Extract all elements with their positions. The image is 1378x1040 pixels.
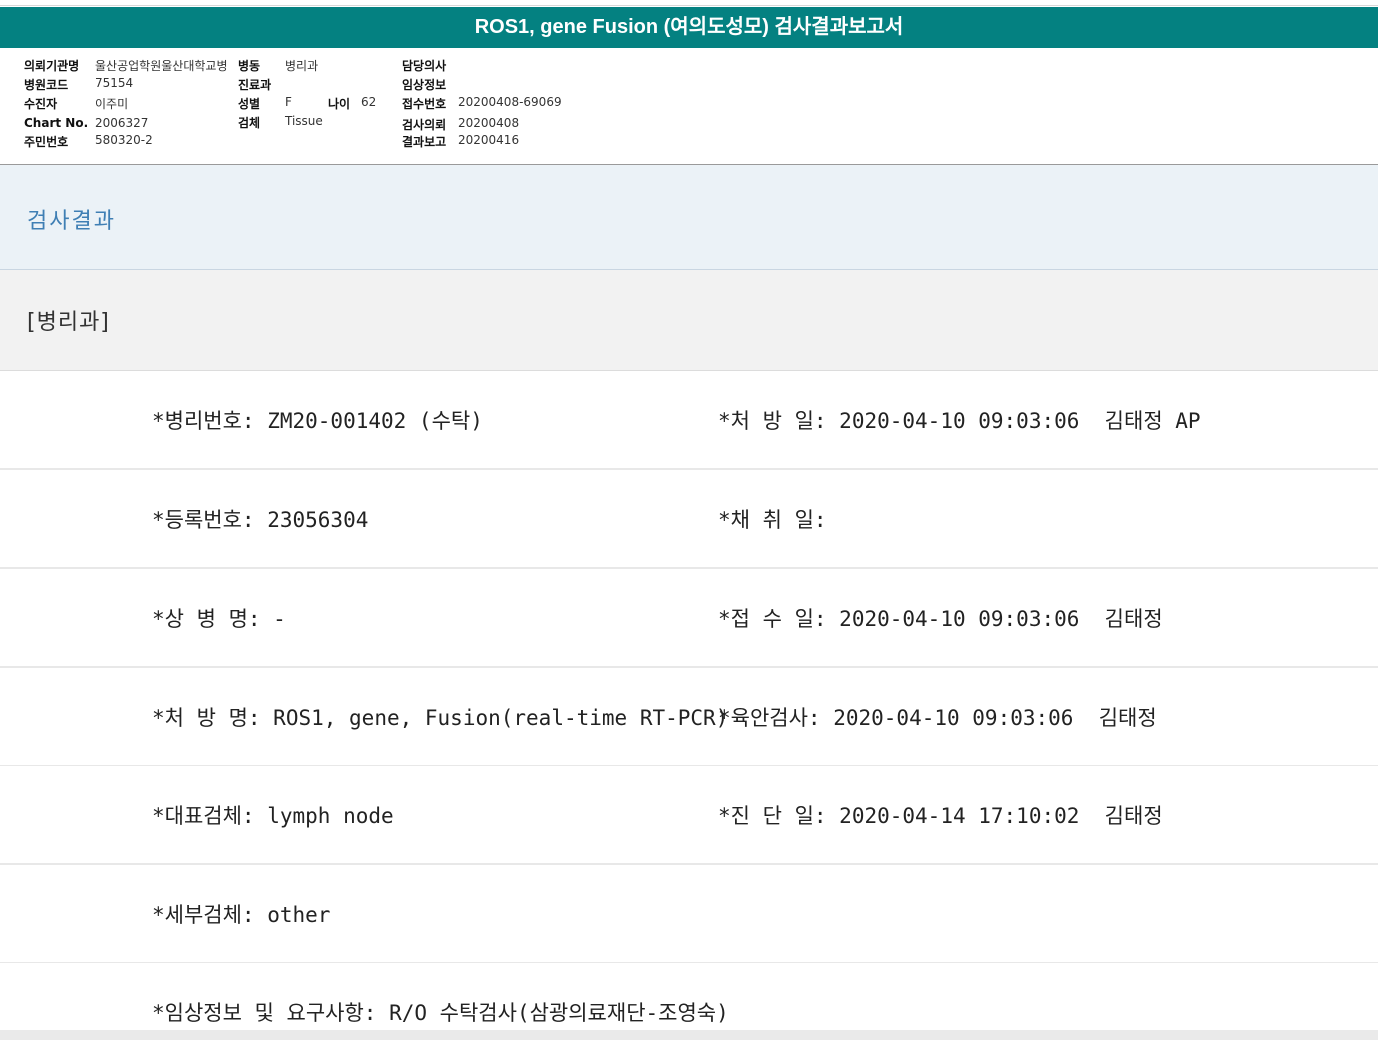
result-field: *진 단 일: 2020-04-14 17:10:02 김태정	[718, 804, 1163, 828]
department-header: [병리과]	[0, 270, 1378, 371]
ward-label: 병동	[238, 59, 261, 73]
result-field: *채 취 일:	[718, 508, 827, 532]
result-field: *대표검체: lymph node	[152, 804, 394, 828]
report-title: ROS1, gene Fusion (여의도성모) 검사결과보고서	[0, 7, 1378, 48]
patient-info-panel: 의뢰기관명 울산공업학원울산대학교병 병동 병리과 담당의사 병원코드 7515…	[0, 48, 1378, 165]
chart-label: Chart No.	[24, 116, 89, 130]
result-field: *등록번호: 23056304	[152, 508, 369, 532]
hospital-code-label: 병원코드	[24, 78, 69, 92]
top-border	[0, 0, 1378, 6]
result-row: *처 방 명: ROS1, gene, Fusion(real-time RT-…	[0, 668, 1378, 767]
receipt-label: 접수번호	[402, 97, 447, 111]
ward-value: 병리과	[285, 59, 319, 73]
request-label: 검사의뢰	[402, 118, 447, 132]
department-label: [병리과]	[27, 310, 110, 335]
specimen-label: 검체	[238, 116, 261, 130]
institution-label: 의뢰기관명	[24, 59, 80, 73]
age-label: 나이	[328, 97, 351, 111]
result-field: *처 방 일: 2020-04-10 09:03:06 김태정 AP	[718, 409, 1201, 433]
bottom-strip	[0, 1030, 1378, 1040]
patient-value: 이주미	[95, 97, 129, 111]
resident-value: 580320-2	[95, 133, 153, 147]
result-field: *상 병 명: -	[152, 607, 286, 631]
resident-label: 주민번호	[24, 135, 69, 149]
result-section-header: 검사결과	[0, 165, 1378, 270]
result-row: *등록번호: 23056304 *채 취 일:	[0, 470, 1378, 569]
result-row: *상 병 명: - *접 수 일: 2020-04-10 09:03:06 김태…	[0, 569, 1378, 668]
result-field: *육안검사: 2020-04-10 09:03:06 김태정	[718, 706, 1157, 730]
age-value: 62	[361, 95, 377, 109]
report-value: 20200416	[458, 133, 520, 147]
report-label: 결과보고	[402, 135, 447, 149]
request-value: 20200408	[458, 116, 520, 130]
result-row: *임상정보 및 요구사항: R/O 수탁검사(삼광의료재단-조영숙)	[0, 963, 1378, 1030]
specimen-value: Tissue	[285, 114, 323, 128]
result-field: *접 수 일: 2020-04-10 09:03:06 김태정	[718, 607, 1163, 631]
receipt-value: 20200408-69069	[458, 95, 562, 109]
result-field: *처 방 명: ROS1, gene, Fusion(real-time RT-…	[152, 706, 729, 730]
patient-label: 수진자	[24, 97, 58, 111]
section-title: 검사결과	[27, 209, 116, 234]
hospital-code-value: 75154	[95, 76, 134, 90]
dept-label: 진료과	[238, 78, 272, 92]
institution-value: 울산공업학원울산대학교병	[95, 59, 228, 73]
result-field: *세부검체: other	[152, 903, 331, 927]
result-row: *병리번호: ZM20-001402 (수탁) *처 방 일: 2020-04-…	[0, 371, 1378, 470]
result-row: *세부검체: other	[0, 865, 1378, 964]
sex-label: 성별	[238, 97, 261, 111]
result-row: *대표검체: lymph node *진 단 일: 2020-04-14 17:…	[0, 766, 1378, 865]
result-field: *병리번호: ZM20-001402 (수탁)	[152, 409, 483, 433]
chart-value: 2006327	[95, 116, 149, 130]
result-field: *임상정보 및 요구사항: R/O 수탁검사(삼광의료재단-조영숙)	[152, 1001, 729, 1025]
sex-value: F	[285, 95, 292, 109]
clinical-label: 임상정보	[402, 78, 447, 92]
doctor-label: 담당의사	[402, 59, 447, 73]
